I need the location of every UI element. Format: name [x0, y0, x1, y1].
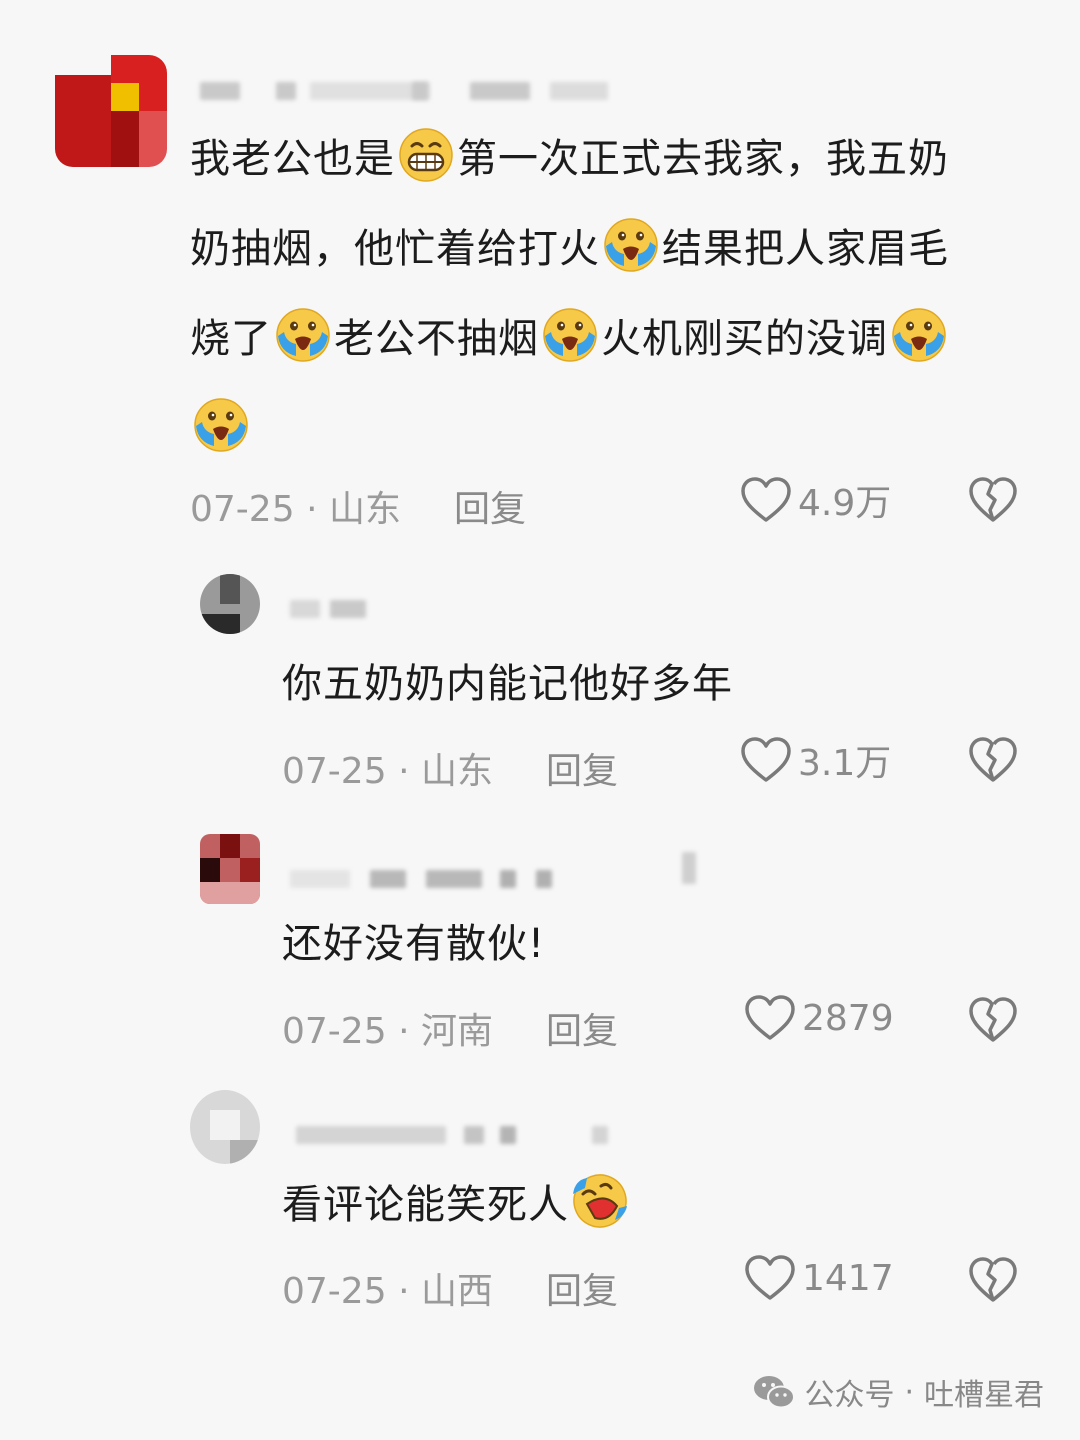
like-count: 2879	[802, 997, 894, 1039]
reply-button[interactable]: 回复	[546, 1262, 618, 1314]
reply-button[interactable]: 回复	[546, 742, 618, 794]
avatar[interactable]	[200, 834, 260, 904]
watermark-separator: ·	[904, 1374, 914, 1410]
dislike-button[interactable]	[968, 476, 1018, 528]
avatar[interactable]	[200, 574, 260, 634]
comment-text-line: 我老公也是 第一次正式去我家，我五奶	[190, 114, 1050, 204]
comment-text-line: 还好没有散伙!	[282, 914, 1042, 974]
heart-icon	[745, 1255, 795, 1300]
comment-date: 07-25	[282, 751, 387, 792]
meta-dot: ·	[398, 1011, 421, 1052]
like-button[interactable]: 1417	[744, 1254, 894, 1302]
watermark-author: 吐槽星君	[924, 1378, 1044, 1413]
comment-date: 07-25	[190, 489, 295, 530]
avatar-pixel	[139, 111, 167, 167]
reply-button[interactable]: 回复	[546, 1002, 618, 1054]
meta-dot: ·	[398, 751, 421, 792]
comment-4: 看评论能笑死人 07-25 · 山西 回复 1417	[0, 1080, 1080, 1340]
comment-location: 山西	[420, 1271, 493, 1312]
wechat-icon	[754, 1376, 796, 1409]
reply-button[interactable]: 回复	[454, 480, 526, 532]
comment-text-segment: 奶抽烟，他忙着给打火	[190, 226, 600, 272]
comment-text-line: 看评论能笑死人	[282, 1172, 1042, 1235]
comment-text-segment: 火机刚买的没调	[601, 316, 888, 362]
comment-text-segment: 还好没有散伙!	[282, 921, 546, 967]
broken-heart-icon	[969, 477, 1017, 522]
comment-text-segment: 我老公也是	[190, 136, 395, 182]
avatar-pixel	[55, 75, 111, 167]
comment-2: 你五奶奶内能记他好多年 07-25 · 山东 回复 3.1万	[0, 560, 1080, 820]
cry-emoji	[541, 306, 599, 364]
comment-text-line	[190, 384, 1050, 474]
like-count: 4.9万	[798, 483, 892, 524]
like-button[interactable]: 3.1万	[740, 734, 891, 786]
comment-text-line: 你五奶奶内能记他好多年	[282, 654, 1042, 714]
grin-emoji	[397, 126, 455, 184]
comment-meta: 07-25 · 山东 回复	[190, 480, 526, 532]
dislike-button[interactable]	[968, 736, 1018, 788]
like-count: 3.1万	[798, 743, 892, 784]
avatar-pixel	[111, 83, 139, 111]
meta-dot: ·	[306, 489, 329, 530]
cry-emoji	[602, 216, 660, 274]
avatar[interactable]	[55, 55, 167, 167]
comment-text-segment: 结果把人家眉毛	[662, 226, 949, 272]
like-count: 1417	[802, 1257, 894, 1299]
avatar-pixel	[230, 1140, 260, 1164]
comment-date: 07-25	[282, 1271, 387, 1312]
comment-meta: 07-25 · 山东 回复	[282, 742, 618, 794]
avatar-pixel	[210, 1110, 240, 1140]
comment-meta: 07-25 · 山西 回复	[282, 1262, 618, 1314]
comment-text-line: 奶抽烟，他忙着给打火 结果把人家眉毛	[190, 204, 1050, 294]
broken-heart-icon	[969, 1257, 1017, 1302]
comment-text-line: 烧了 老公不抽烟 火机刚买的没调	[190, 294, 1050, 384]
comment-3: 还好没有散伙! 07-25 · 河南 回复 2879	[0, 820, 1080, 1080]
comment-text: 还好没有散伙!	[282, 914, 1042, 974]
cry-emoji	[890, 306, 948, 364]
avatar-pixel	[200, 614, 240, 634]
avatar-pixel	[240, 858, 260, 882]
laugh-emoji	[571, 1172, 629, 1230]
comment-text-segment: 老公不抽烟	[334, 316, 539, 362]
cry-emoji	[192, 396, 250, 454]
broken-heart-icon	[969, 997, 1017, 1042]
comment-text: 看评论能笑死人	[282, 1172, 1042, 1235]
comment-1: 我老公也是 第一次正式去我家，我五奶奶抽烟，他忙着给打火 结果把人家眉毛烧了 老公不抽…	[0, 0, 1080, 560]
avatar-pixel	[111, 111, 139, 167]
comment-text-segment: 你五奶奶内能记他好多年	[282, 661, 733, 707]
comment-location: 山东	[420, 751, 493, 792]
comment-date: 07-25	[282, 1011, 387, 1052]
cry-emoji	[274, 306, 332, 364]
watermark: 公众号 · 吐槽星君	[752, 1370, 1044, 1414]
username-blurred[interactable]	[290, 600, 380, 618]
comment-text-segment: 烧了	[190, 316, 272, 362]
heart-icon	[745, 995, 795, 1040]
comment-text-segment: 第一次正式去我家，我五奶	[457, 136, 949, 182]
meta-dot: ·	[398, 1271, 421, 1312]
heart-icon	[741, 737, 791, 782]
watermark-source: 公众号	[804, 1378, 895, 1413]
dislike-button[interactable]	[968, 996, 1018, 1048]
avatar-pixel	[200, 858, 220, 882]
comment-text: 你五奶奶内能记他好多年	[282, 654, 1042, 714]
username-blurred[interactable]	[296, 1126, 626, 1144]
comment-meta: 07-25 · 河南 回复	[282, 1002, 618, 1054]
heart-icon	[741, 477, 791, 522]
comment-text-segment: 看评论能笑死人	[282, 1182, 569, 1228]
username-blurred[interactable]	[290, 852, 710, 888]
avatar[interactable]	[190, 1090, 260, 1164]
avatar-pixel	[220, 574, 240, 604]
username-blurred[interactable]	[200, 82, 620, 100]
comment-location: 山东	[328, 489, 401, 530]
dislike-button[interactable]	[968, 1256, 1018, 1308]
broken-heart-icon	[969, 737, 1017, 782]
avatar-pixel	[220, 834, 240, 858]
comment-location: 河南	[420, 1011, 493, 1052]
comment-text: 我老公也是 第一次正式去我家，我五奶奶抽烟，他忙着给打火 结果把人家眉毛烧了 老公不抽…	[190, 114, 1050, 474]
like-button[interactable]: 4.9万	[740, 474, 891, 526]
avatar-pixel	[200, 882, 260, 904]
like-button[interactable]: 2879	[744, 994, 894, 1042]
